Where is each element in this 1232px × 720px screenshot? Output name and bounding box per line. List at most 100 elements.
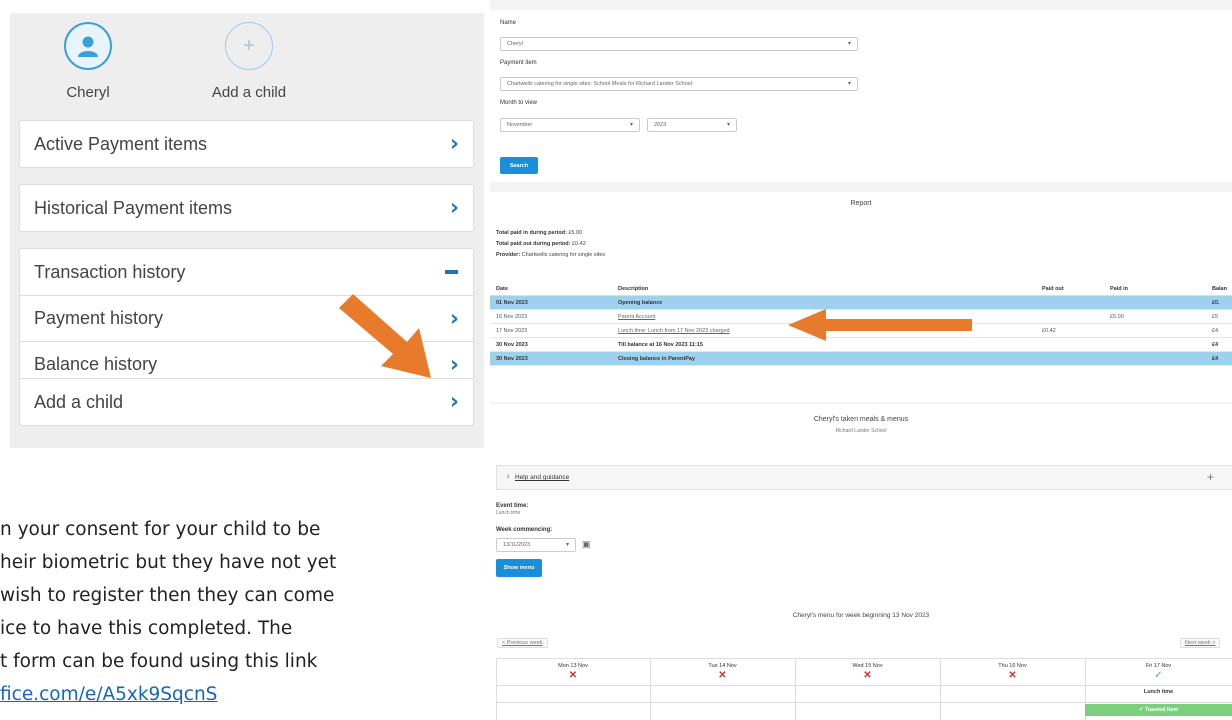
col-balance: Balan [1212, 286, 1227, 292]
help-and-guidance[interactable]: ♀ Help and guidance + [496, 465, 1232, 490]
paragraph-line: ice to have this completed. The [0, 618, 293, 639]
day-label: Thu 16 Nov [998, 663, 1027, 669]
row-date: 17 Nov 2023 [496, 328, 528, 334]
child-cheryl[interactable]: Cheryl [38, 22, 138, 101]
plus-circle-icon: + [225, 22, 273, 70]
row-description: Closing balance in ParentPay [618, 356, 696, 362]
day-mon: Mon 13 Nov ✕ [496, 663, 650, 703]
chevron-right-icon: › [449, 389, 459, 415]
search-form: Name Cheryl Payment item Chartwells cate… [490, 10, 1232, 182]
row-description-link[interactable]: Lunch time: Lunch from 17 Nov 2023 charg… [618, 328, 730, 334]
lunch-time-label: Lunch time [1143, 689, 1174, 695]
consent-form-link[interactable]: fice.com/e/A5xk9SqcnS [0, 684, 217, 705]
total-out-value: £0.42 [571, 241, 586, 247]
table-row: 30 Nov 2023 Closing balance in ParentPay… [490, 352, 1232, 366]
total-in-value: £5.00 [568, 230, 583, 236]
menu-label: Historical Payment items [34, 197, 233, 218]
row-paid-in: £5.00 [1110, 314, 1124, 320]
event-time-label: Event time: [496, 503, 529, 509]
menu-active-payment-items[interactable]: Active Payment items › [20, 121, 473, 167]
cross-icon: ✕ [718, 670, 727, 681]
day-label: Tue 14 Nov [708, 663, 737, 669]
col-paid-in: Paid in [1110, 286, 1129, 292]
total-in-label: Total paid in during period: [496, 230, 567, 236]
search-button[interactable]: Search [500, 157, 538, 174]
menu-label: Active Payment items [34, 133, 208, 154]
next-week-link[interactable]: Next week > [1180, 638, 1221, 648]
row-date: 30 Nov 2023 [496, 356, 528, 362]
week-date-input[interactable]: 13/11/2023 [496, 538, 576, 552]
show-menu-button[interactable]: Show menu [496, 559, 542, 577]
name-select[interactable]: Cheryl [500, 37, 858, 51]
menu-historical-payment-items[interactable]: Historical Payment items › [20, 185, 473, 231]
report-totals: Total paid in during period: £5.00 Total… [496, 228, 605, 261]
day-label: Fri 17 Nov [1145, 663, 1172, 669]
day-label: Mon 13 Nov [558, 663, 588, 669]
menu-label: Payment history [34, 308, 164, 328]
col-paid-out: Paid out [1042, 286, 1064, 292]
total-out-label: Total paid out during period: [496, 241, 571, 247]
name-label: Name [500, 20, 517, 26]
chevron-right-icon: › [449, 306, 459, 331]
annotation-arrow-left [788, 309, 972, 341]
cross-icon: ✕ [1008, 670, 1017, 681]
paragraph-line: wish to register then they can come [0, 585, 335, 606]
menu-label: Balance history [34, 354, 158, 374]
annotation-arrow-diagonal [339, 294, 431, 378]
row-description-link[interactable]: Parent Account [618, 314, 655, 320]
consent-paragraph: n your consent for your child to be heir… [0, 513, 336, 711]
cross-icon: ✕ [863, 670, 872, 681]
lightbulb-icon: ♀ [505, 472, 511, 481]
plus-icon[interactable]: + [1207, 470, 1214, 484]
parentpay-screenshot: Name Cheryl Payment item Chartwells cate… [490, 0, 1232, 720]
row-balance: £5 [1212, 314, 1219, 320]
historical-items-card[interactable]: Historical Payment items › [19, 184, 474, 232]
row-date: 16 Nov 2023 [496, 314, 528, 320]
previous-week-link[interactable]: < Previous week [497, 638, 548, 648]
payment-item-label: Payment item [500, 60, 537, 66]
provider-value: Chartwells catering for single sites [521, 252, 606, 258]
row-balance: £4 [1212, 342, 1219, 348]
month-select[interactable]: November [500, 118, 640, 132]
cross-icon: ✕ [568, 670, 578, 681]
menu-add-child[interactable]: Add a child › [20, 379, 473, 425]
provider-label: Provider: [496, 252, 521, 258]
toasted-item-badge: ✓ Toasted Item [1085, 704, 1232, 716]
row-paid-out: £0.42 [1042, 328, 1056, 334]
school-name: Richard Lander School [835, 428, 887, 434]
week-menu-title: Cheryl's menu for week beginning 13 Nov … [792, 612, 930, 619]
year-select[interactable]: 2023 [647, 118, 737, 132]
row-description: Till balance at 16 Nov 2023 11:15 [618, 342, 703, 348]
add-child-label: Add a child [211, 84, 287, 101]
child-name: Cheryl [66, 84, 110, 101]
row-date: 30 Nov 2023 [496, 342, 528, 348]
check-icon: ✓ [1154, 670, 1163, 681]
row-balance: £0. [1212, 300, 1220, 306]
help-link[interactable]: Help and guidance [515, 474, 569, 481]
day-tue: Tue 14 Nov ✕ [650, 663, 795, 703]
calendar-icon[interactable]: ▣ [582, 539, 591, 550]
payment-item-select[interactable]: Chartwells catering for single sites: Sc… [500, 77, 858, 91]
menu-transaction-history[interactable]: Transaction history [20, 249, 473, 295]
row-balance: £4. [1212, 328, 1220, 334]
add-child-tile[interactable]: + Add a child [199, 22, 299, 101]
chevron-right-icon: › [449, 195, 459, 221]
collapse-icon [445, 270, 458, 274]
row-balance: £4 [1212, 356, 1219, 362]
paragraph-line: t form can be found using this link [0, 651, 318, 672]
menu-label: Transaction history [34, 261, 186, 282]
chevron-right-icon: › [449, 131, 459, 157]
chevron-right-icon: › [449, 352, 459, 377]
week-commencing-label: Week commencing: [496, 527, 553, 533]
active-items-card[interactable]: Active Payment items › [19, 120, 474, 168]
row-date: 01 Nov 2023 [496, 300, 528, 306]
report-panel: Report Total paid in during period: £5.0… [490, 192, 1232, 402]
col-description: Description [618, 286, 649, 292]
paragraph-line: n your consent for your child to be [0, 519, 321, 540]
col-date: Date [496, 286, 508, 292]
day-label: Wed 15 Nov [852, 663, 883, 669]
day-fri: Fri 17 Nov ✓ [1085, 663, 1232, 703]
add-child-card[interactable]: Add a child › [19, 378, 474, 426]
report-title: Report [850, 200, 872, 207]
table-header: Date Description Paid out Paid in Balan [490, 282, 1232, 296]
